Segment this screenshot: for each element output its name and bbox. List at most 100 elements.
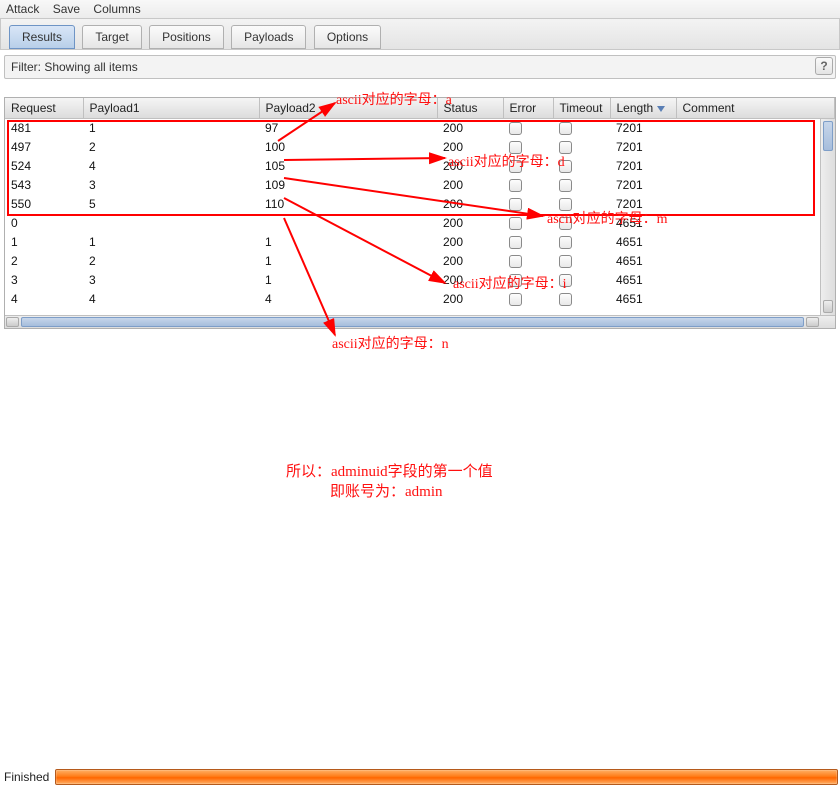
scroll-left-icon[interactable]: [6, 317, 19, 327]
cell-length: 4651: [610, 290, 676, 309]
header-row: Request Payload1 Payload2 Status Error T…: [5, 98, 835, 119]
table-row[interactable]: 54331092007201: [5, 176, 835, 195]
cell-status: 200: [437, 214, 503, 233]
cell-payload2: 97: [259, 119, 437, 138]
checkbox-icon: [559, 198, 572, 211]
col-timeout[interactable]: Timeout: [553, 98, 610, 119]
table-row[interactable]: 2212004651: [5, 252, 835, 271]
cell-status: 200: [437, 195, 503, 214]
cell-timeout: [553, 271, 610, 290]
cell-comment: [676, 157, 835, 176]
tab-options[interactable]: Options: [314, 25, 381, 49]
tab-results[interactable]: Results: [9, 25, 75, 49]
cell-status: 200: [437, 290, 503, 309]
menu-save[interactable]: Save: [53, 2, 80, 16]
scroll-right-icon[interactable]: [806, 317, 819, 327]
scroll-thumb[interactable]: [823, 121, 833, 151]
horizontal-scrollbar[interactable]: [5, 315, 835, 328]
cell-error: [503, 195, 553, 214]
cell-payload2: 1: [259, 252, 437, 271]
checkbox-icon: [559, 217, 572, 230]
cell-length: 4651: [610, 252, 676, 271]
cell-length: 7201: [610, 119, 676, 138]
cell-request: 1: [5, 233, 83, 252]
cell-comment: [676, 214, 835, 233]
cell-request: 4: [5, 290, 83, 309]
col-payload1[interactable]: Payload1: [83, 98, 259, 119]
scroll-down-icon[interactable]: [823, 300, 833, 313]
table-row[interactable]: 55051102007201: [5, 195, 835, 214]
table-row[interactable]: 02004651: [5, 214, 835, 233]
help-icon[interactable]: ?: [815, 57, 833, 75]
cell-timeout: [553, 290, 610, 309]
col-request[interactable]: Request: [5, 98, 83, 119]
col-error[interactable]: Error: [503, 98, 553, 119]
cell-timeout: [553, 176, 610, 195]
vertical-scrollbar[interactable]: [820, 119, 835, 315]
table-row[interactable]: 1112004651: [5, 233, 835, 252]
cell-comment: [676, 233, 835, 252]
cell-comment: [676, 252, 835, 271]
cell-status: 200: [437, 233, 503, 252]
cell-timeout: [553, 138, 610, 157]
checkbox-icon: [559, 274, 572, 287]
cell-comment: [676, 290, 835, 309]
checkbox-icon: [559, 255, 572, 268]
checkbox-icon: [509, 160, 522, 173]
cell-payload1: 3: [83, 271, 259, 290]
cell-request: 481: [5, 119, 83, 138]
cell-payload2: 105: [259, 157, 437, 176]
checkbox-icon: [559, 179, 572, 192]
cell-error: [503, 157, 553, 176]
tab-payloads[interactable]: Payloads: [231, 25, 306, 49]
cell-payload2: 1: [259, 233, 437, 252]
cell-payload2: 100: [259, 138, 437, 157]
progress-bar: [55, 769, 838, 785]
cell-error: [503, 176, 553, 195]
table-row[interactable]: 52441052007201: [5, 157, 835, 176]
cell-payload1: 1: [83, 233, 259, 252]
status-bar: Finished: [0, 767, 840, 787]
cell-payload1: 3: [83, 176, 259, 195]
col-status[interactable]: Status: [437, 98, 503, 119]
cell-payload1: 1: [83, 119, 259, 138]
cell-status: 200: [437, 119, 503, 138]
anno-conclusion-1: 所以：adminuid字段的第一个值: [286, 460, 493, 481]
cell-request: 3: [5, 271, 83, 290]
cell-payload1: 4: [83, 290, 259, 309]
menu-attack[interactable]: Attack: [6, 2, 39, 16]
cell-error: [503, 138, 553, 157]
filter-bar[interactable]: Filter: Showing all items: [4, 55, 836, 79]
table-row[interactable]: 3312004651: [5, 271, 835, 290]
cell-comment: [676, 271, 835, 290]
checkbox-icon: [509, 293, 522, 306]
menu-columns[interactable]: Columns: [93, 2, 140, 16]
cell-length: 7201: [610, 138, 676, 157]
cell-error: [503, 119, 553, 138]
table-row[interactable]: 481197200 7201: [5, 119, 835, 138]
cell-length: 4651: [610, 214, 676, 233]
col-length[interactable]: Length: [610, 98, 676, 119]
cell-status: 200: [437, 157, 503, 176]
scroll-thumb-h[interactable]: [21, 317, 804, 327]
table-row[interactable]: 49721002007201: [5, 138, 835, 157]
cell-payload1: 5: [83, 195, 259, 214]
cell-payload1: 2: [83, 138, 259, 157]
col-comment[interactable]: Comment: [676, 98, 835, 119]
checkbox-icon: [559, 236, 572, 249]
cell-payload2: [259, 214, 437, 233]
col-payload2[interactable]: Payload2: [259, 98, 437, 119]
anno-conclusion-2: 即账号为：admin: [330, 480, 443, 501]
sort-indicator-icon: [657, 106, 665, 112]
table-row[interactable]: 4442004651: [5, 290, 835, 309]
checkbox-icon: [559, 160, 572, 173]
tab-positions[interactable]: Positions: [149, 25, 224, 49]
results-table: Request Payload1 Payload2 Status Error T…: [4, 97, 836, 329]
cell-request: 2: [5, 252, 83, 271]
tab-target[interactable]: Target: [82, 25, 141, 49]
cell-comment: [676, 176, 835, 195]
cell-status: 200: [437, 176, 503, 195]
checkbox-icon: [509, 141, 522, 154]
cell-request: 524: [5, 157, 83, 176]
anno-n: ascii对应的字母：n: [332, 333, 449, 353]
